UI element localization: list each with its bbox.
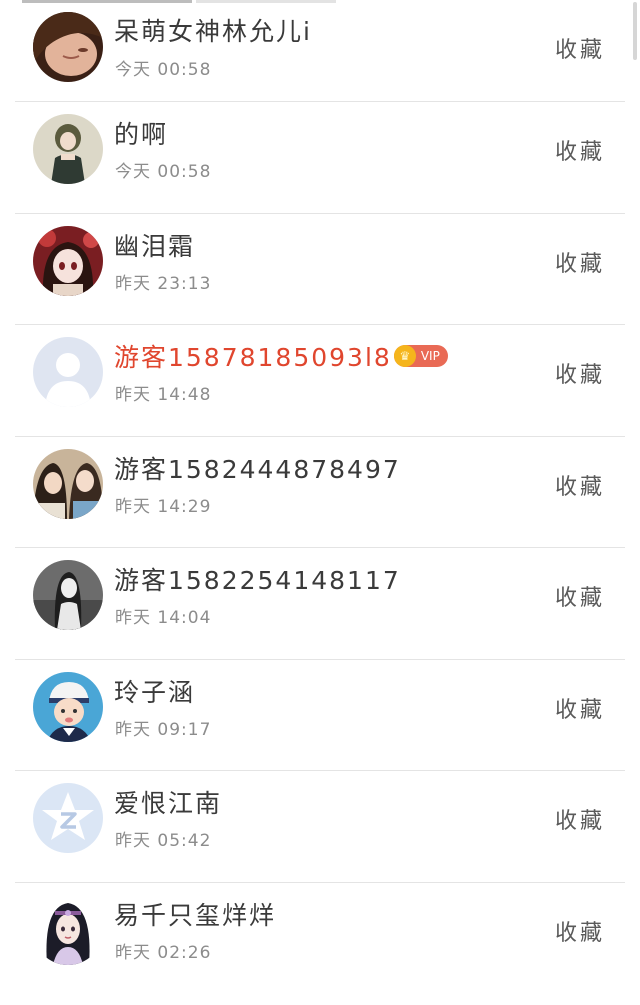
user-photo-avatar-icon[interactable] [33,560,103,630]
favorite-button[interactable]: 收藏 [555,357,605,389]
favorite-button[interactable]: 收藏 [555,692,605,724]
user-name[interactable]: 爱恨江南 [114,784,222,820]
name-line: 游客1582254148117 [114,561,401,597]
list-item[interactable]: 游客15878185093l8 ♛ VIP 昨天 14:48 收藏 [0,324,640,436]
visit-time: 今天 00:58 [115,162,212,182]
user-name[interactable]: 易千只玺烊烊 [114,896,276,932]
list-item[interactable]: 幽泪霜 昨天 23:13 收藏 [0,212,640,325]
favorite-button[interactable]: 收藏 [555,915,605,947]
favorite-button[interactable]: 收藏 [555,469,605,501]
name-line: 幽泪霜 [114,227,195,263]
name-line: 游客1582444878497 [114,450,401,486]
vip-badge-label: VIP [420,349,440,363]
visit-time: 昨天 09:17 [115,719,212,740]
name-line: 易千只玺烊烊 [114,896,276,932]
name-line: 呆萌女神林允儿i [114,12,312,48]
favorite-button[interactable]: 收藏 [555,32,605,64]
user-name[interactable]: 游客1582444878497 [114,450,401,486]
visit-time: 今天 00:58 [115,60,212,80]
list-item[interactable]: 爱恨江南 昨天 05:42 收藏 [0,770,640,882]
favorite-button[interactable]: 收藏 [555,246,605,278]
name-line: 的啊 [114,115,168,151]
list-item[interactable]: 游客1582254148117 昨天 14:04 收藏 [0,547,640,659]
list-item[interactable]: 呆萌女神林允儿i 今天 00:58 收藏 [0,0,640,101]
visit-time: 昨天 23:13 [115,273,212,294]
visit-time: 昨天 02:26 [115,942,212,963]
visit-time: 昨天 14:29 [115,496,212,517]
default-user-avatar-icon[interactable] [33,337,103,407]
user-photo-avatar-icon[interactable] [33,12,103,82]
user-photo-avatar-icon[interactable] [33,894,103,965]
favorite-button[interactable]: 收藏 [555,134,605,166]
user-name[interactable]: 幽泪霜 [114,227,195,263]
list-item[interactable]: 玲子涵 昨天 09:17 收藏 [0,658,640,771]
name-line: 游客15878185093l8 ♛ VIP [114,338,448,374]
list-item[interactable]: 游客1582444878497 昨天 14:29 收藏 [0,435,640,548]
user-name[interactable]: 玲子涵 [114,673,195,709]
user-name[interactable]: 游客15878185093l8 [114,338,392,374]
user-name[interactable]: 的啊 [114,115,168,151]
name-line: 玲子涵 [114,673,195,709]
list-item[interactable]: 易千只玺烊烊 昨天 02:26 收藏 [0,881,640,994]
visitor-list: 呆萌女神林允儿i 今天 00:58 收藏 的啊 今天 00:58 收藏 幽泪霜 … [0,0,640,993]
user-photo-avatar-icon[interactable] [33,448,103,519]
favorite-button[interactable]: 收藏 [555,803,605,835]
crown-icon: ♛ [393,345,416,367]
user-photo-avatar-icon[interactable] [33,114,103,184]
favorite-button[interactable]: 收藏 [555,580,605,612]
list-item[interactable]: 的啊 今天 00:58 收藏 [0,101,640,213]
vip-badge: ♛ VIP [393,345,448,367]
visit-time: 昨天 05:42 [115,831,212,851]
user-name[interactable]: 游客1582254148117 [114,561,401,597]
user-photo-avatar-icon[interactable] [33,225,103,296]
visit-time: 昨天 14:48 [115,385,212,405]
visit-time: 昨天 14:04 [115,608,212,628]
user-name[interactable]: 呆萌女神林允儿i [114,12,312,48]
user-photo-avatar-icon[interactable] [33,671,103,742]
name-line: 爱恨江南 [114,784,222,820]
qzone-default-avatar-icon[interactable] [33,783,103,853]
